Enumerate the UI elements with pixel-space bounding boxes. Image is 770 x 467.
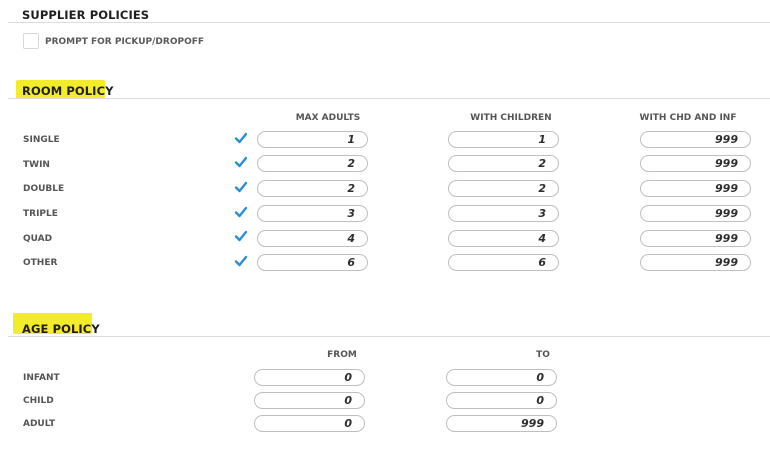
- max-adults-field[interactable]: 3: [257, 205, 368, 222]
- room-policy-title: ROOM POLICY: [22, 84, 114, 98]
- with-chd-inf-field[interactable]: 999: [640, 254, 751, 271]
- age-to-field[interactable]: 0: [446, 392, 557, 409]
- prompt-pickup-dropoff-checkbox[interactable]: [23, 33, 39, 49]
- col-header-with-children: WITH CHILDREN: [470, 113, 552, 123]
- age-from-field[interactable]: 0: [254, 392, 365, 409]
- with-children-field[interactable]: 2: [448, 180, 559, 197]
- prompt-pickup-dropoff-label: PROMPT FOR PICKUP/DROPOFF: [45, 37, 205, 47]
- with-children-field[interactable]: 3: [448, 205, 559, 222]
- age-policy-title: AGE POLICY: [22, 322, 100, 336]
- with-children-field[interactable]: 1: [448, 131, 559, 148]
- room-row-label: OTHER: [23, 258, 58, 268]
- max-adults-field[interactable]: 1: [257, 131, 368, 148]
- room-policy-divider: [8, 98, 770, 99]
- check-icon[interactable]: [234, 205, 248, 219]
- check-icon[interactable]: [234, 254, 248, 268]
- age-row-label: CHILD: [23, 396, 54, 406]
- room-row-label: SINGLE: [23, 135, 60, 145]
- age-from-field[interactable]: 0: [254, 369, 365, 386]
- supplier-policies-divider: [8, 22, 770, 23]
- col-header-max-adults: MAX ADULTS: [295, 113, 361, 123]
- with-children-field[interactable]: 2: [448, 155, 559, 172]
- with-chd-inf-field[interactable]: 999: [640, 131, 751, 148]
- room-row-label: DOUBLE: [23, 184, 65, 194]
- with-chd-inf-field[interactable]: 999: [640, 205, 751, 222]
- room-row-label: TWIN: [23, 160, 50, 170]
- age-row-label: INFANT: [23, 373, 60, 383]
- supplier-policies-title: SUPPLIER POLICIES: [22, 8, 150, 22]
- check-icon[interactable]: [234, 180, 248, 194]
- col-header-from: FROM: [327, 350, 357, 360]
- room-row-label: TRIPLE: [23, 209, 58, 219]
- with-children-field[interactable]: 4: [448, 230, 559, 247]
- with-children-field[interactable]: 6: [448, 254, 559, 271]
- col-header-with-chd-and-inf: WITH CHD AND INF: [639, 113, 737, 123]
- max-adults-field[interactable]: 2: [257, 155, 368, 172]
- age-row-label: ADULT: [23, 419, 56, 429]
- col-header-to: TO: [536, 350, 550, 360]
- max-adults-field[interactable]: 6: [257, 254, 368, 271]
- max-adults-field[interactable]: 2: [257, 180, 368, 197]
- age-from-field[interactable]: 0: [254, 415, 365, 432]
- check-icon[interactable]: [234, 131, 248, 145]
- age-policy-divider: [8, 336, 770, 337]
- age-to-field[interactable]: 999: [446, 415, 557, 432]
- with-chd-inf-field[interactable]: 999: [640, 180, 751, 197]
- max-adults-field[interactable]: 4: [257, 230, 368, 247]
- room-row-label: QUAD: [23, 234, 53, 244]
- check-icon[interactable]: [234, 229, 248, 243]
- with-chd-inf-field[interactable]: 999: [640, 155, 751, 172]
- age-to-field[interactable]: 0: [446, 369, 557, 386]
- check-icon[interactable]: [234, 155, 248, 169]
- with-chd-inf-field[interactable]: 999: [640, 230, 751, 247]
